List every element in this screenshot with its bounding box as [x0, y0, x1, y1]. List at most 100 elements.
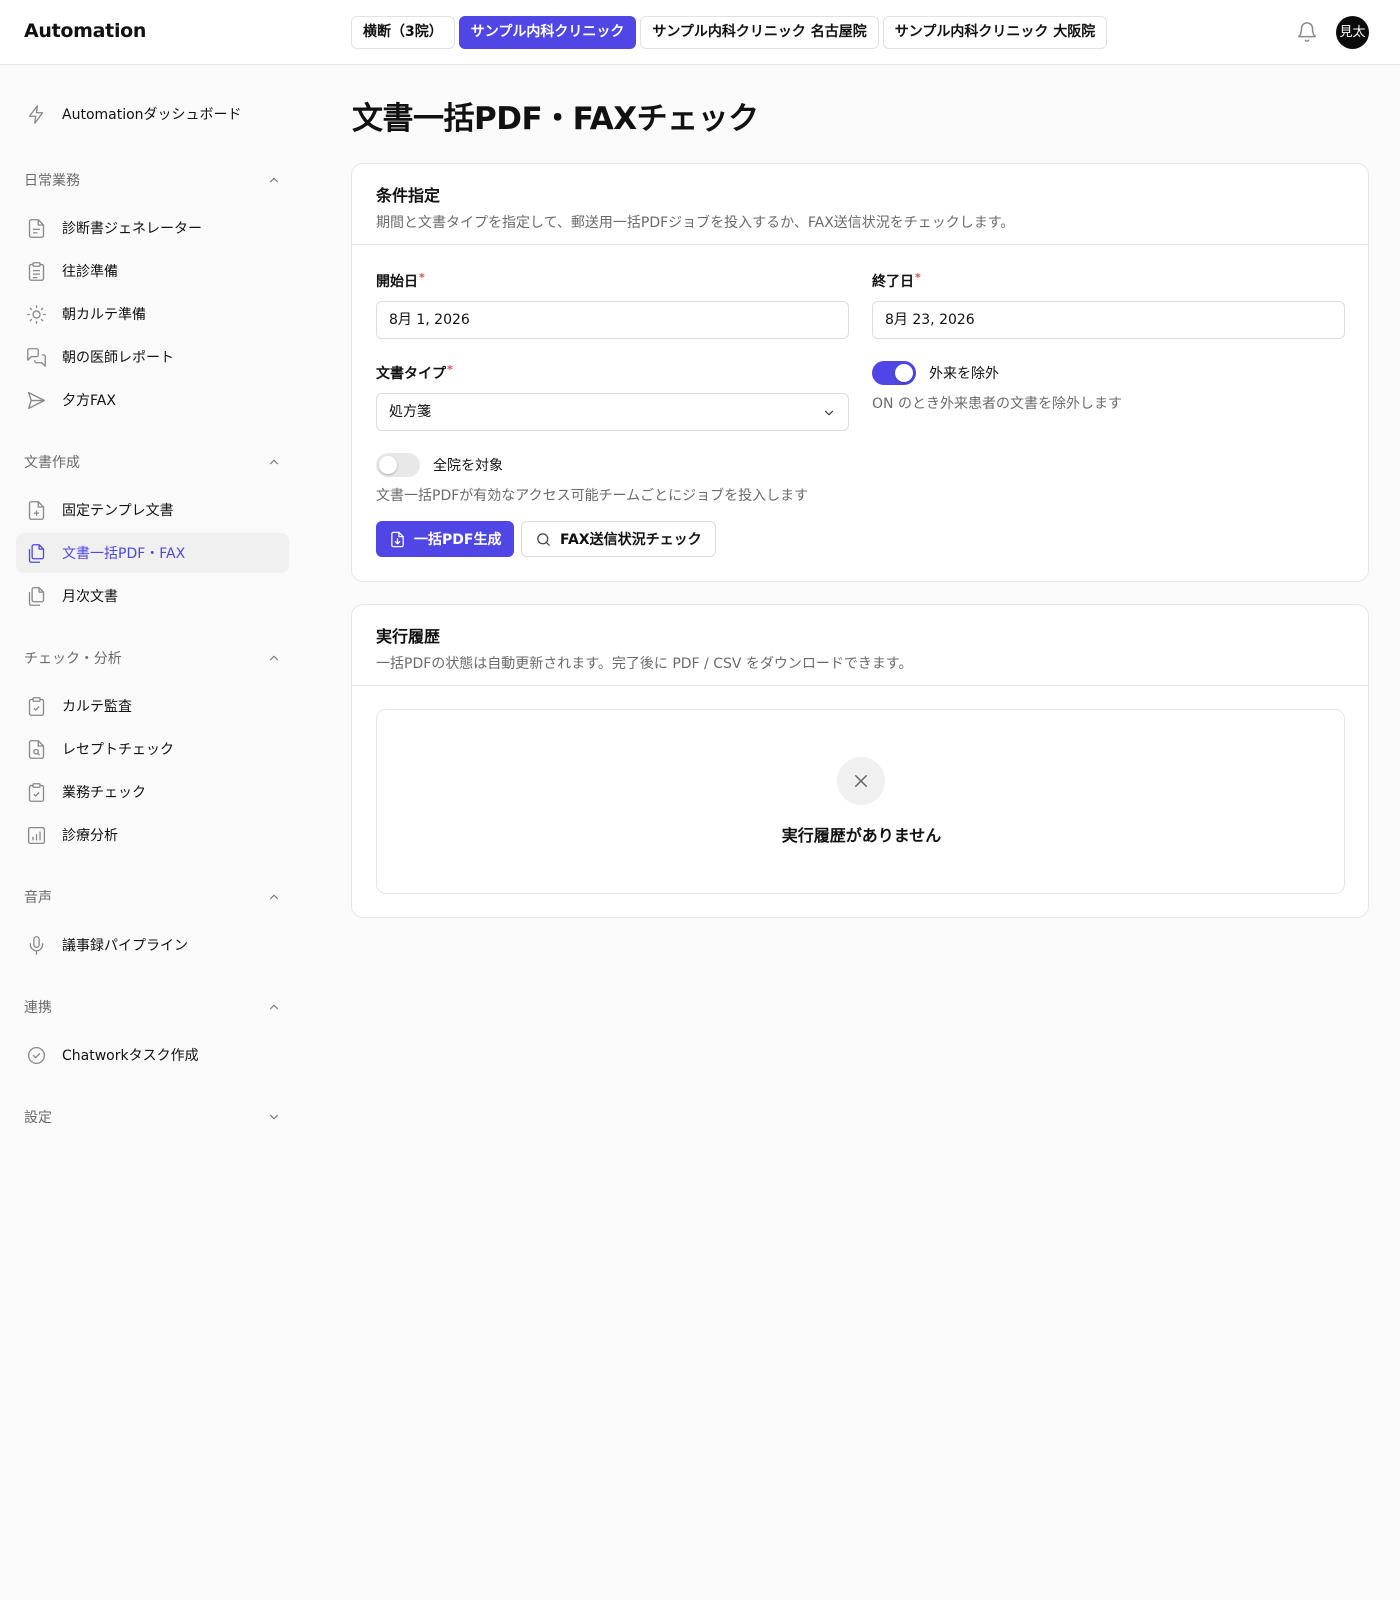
- sun-icon: [27, 304, 46, 324]
- empty-state-badge: [837, 757, 885, 805]
- file-plus-icon: [28, 500, 45, 520]
- card-title: 条件指定: [376, 186, 441, 205]
- check-circle-icon: [27, 1046, 46, 1064]
- group-title: 日常業務: [24, 173, 80, 189]
- card-description: 期間と文書タイプを指定して、郵送用一括PDFジョブを投入するか、FAX送信状況を…: [376, 215, 1015, 231]
- sidebar-item-label: 固定テンプレ文書: [62, 503, 174, 519]
- exclude-outpatient-toggle[interactable]: [872, 361, 916, 385]
- files-icon: [28, 586, 45, 606]
- card-title: 実行履歴: [376, 627, 441, 646]
- document-icon: [28, 218, 45, 238]
- all-clinics-toggle[interactable]: [376, 453, 420, 477]
- notification-bell-icon[interactable]: [1296, 21, 1318, 43]
- files-icon: [28, 543, 45, 563]
- send-icon: [27, 391, 46, 409]
- chevron-up-icon: [269, 894, 279, 900]
- lightning-icon: [28, 104, 44, 124]
- sidebar: Automationダッシュボード 日常業務 診断書ジェネレーター 往診準備 朝…: [0, 65, 305, 1600]
- chevron-up-icon: [269, 655, 279, 661]
- sidebar-item-label: 診断書ジェネレーター: [62, 221, 202, 237]
- chevron-up-icon: [269, 177, 279, 183]
- sidebar-item-certificate-generator[interactable]: 診断書ジェネレーター: [16, 208, 289, 248]
- sidebar-group-check-analysis[interactable]: チェック・分析: [24, 646, 281, 670]
- close-icon: [855, 775, 867, 787]
- sidebar-item-bulk-pdf-fax[interactable]: 文書一括PDF・FAX: [16, 533, 289, 573]
- button-label: FAX送信状況チェック: [560, 532, 702, 548]
- sidebar-group-voice[interactable]: 音声: [24, 885, 281, 909]
- sidebar-group-settings[interactable]: 設定: [24, 1105, 281, 1129]
- generate-bulk-pdf-button[interactable]: 一括PDF生成: [376, 521, 515, 557]
- mic-icon: [29, 935, 44, 955]
- file-search-icon: [28, 739, 45, 759]
- doc-type-value: 処方箋: [389, 404, 431, 420]
- toggle-knob: [379, 456, 397, 474]
- required-mark: *: [419, 271, 425, 284]
- sidebar-item-label: 夕方FAX: [62, 393, 116, 409]
- sidebar-item-label: 月次文書: [62, 589, 118, 605]
- chevron-down-icon: [269, 1114, 279, 1120]
- sidebar-item-label: Chatworkタスク作成: [62, 1048, 199, 1064]
- sidebar-item-morning-doctor-report[interactable]: 朝の医師レポート: [16, 337, 289, 377]
- top-bar: Automation 横断（3院） サンプル内科クリニック サンプル内科クリニッ…: [0, 0, 1400, 65]
- sidebar-item-fixed-template-docs[interactable]: 固定テンプレ文書: [16, 490, 289, 530]
- chevron-up-icon: [269, 1004, 279, 1010]
- card-header: 実行履歴 一括PDFの状態は自動更新されます。完了後に PDF / CSV をダ…: [352, 605, 1368, 686]
- sidebar-item-home-visit-prep[interactable]: 往診準備: [16, 251, 289, 291]
- card-header: 条件指定 期間と文書タイプを指定して、郵送用一括PDFジョブを投入するか、FAX…: [352, 164, 1368, 245]
- all-clinics-hint: 文書一括PDFが有効なアクセス可能チームごとにジョブを投入します: [376, 488, 809, 504]
- sidebar-item-label: 議事録パイプライン: [62, 938, 188, 954]
- search-icon: [537, 532, 550, 546]
- history-card: 実行履歴 一括PDFの状態は自動更新されます。完了後に PDF / CSV をダ…: [351, 604, 1369, 918]
- exclude-outpatient-label: 外来を除外: [929, 366, 999, 382]
- sidebar-item-label: 朝の医師レポート: [62, 350, 174, 366]
- sidebar-item-monthly-docs[interactable]: 月次文書: [16, 576, 289, 616]
- all-clinics-label: 全院を対象: [433, 458, 503, 474]
- tab-sample-clinic[interactable]: サンプル内科クリニック: [458, 16, 637, 49]
- tab-nagoya-clinic[interactable]: サンプル内科クリニック 名古屋院: [640, 16, 879, 49]
- sidebar-group-documents[interactable]: 文書作成: [24, 450, 281, 474]
- sidebar-item-label: 診療分析: [62, 828, 118, 844]
- exclude-outpatient-hint: ON のとき外来患者の文書を除外します: [872, 396, 1122, 412]
- fax-status-check-button[interactable]: FAX送信状況チェック: [521, 521, 716, 557]
- sidebar-group-daily[interactable]: 日常業務: [24, 168, 281, 192]
- bar-chart-icon: [27, 826, 46, 844]
- sidebar-item-clinical-analysis[interactable]: 診療分析: [16, 815, 289, 855]
- sidebar-item-label: カルテ監査: [62, 699, 132, 715]
- clipboard-icon: [28, 261, 45, 281]
- chevron-down-icon: [824, 410, 834, 416]
- clinic-tabs: 横断（3院） サンプル内科クリニック サンプル内科クリニック 名古屋院 サンプル…: [351, 16, 1108, 49]
- conditions-card: 条件指定 期間と文書タイプを指定して、郵送用一括PDFジョブを投入するか、FAX…: [351, 163, 1369, 582]
- start-date-label: 開始日*: [376, 271, 425, 290]
- app-logo[interactable]: Automation: [24, 20, 146, 42]
- doc-type-label: 文書タイプ*: [376, 363, 453, 382]
- button-label: 一括PDF生成: [414, 532, 502, 548]
- user-avatar[interactable]: 見太: [1336, 16, 1369, 49]
- group-title: 文書作成: [24, 455, 80, 471]
- doc-type-select[interactable]: 処方箋: [376, 393, 849, 431]
- sidebar-item-minutes-pipeline[interactable]: 議事録パイプライン: [16, 925, 289, 965]
- card-description: 一括PDFの状態は自動更新されます。完了後に PDF / CSV をダウンロード…: [376, 656, 913, 672]
- sidebar-item-evening-fax[interactable]: 夕方FAX: [16, 380, 289, 420]
- group-title: 設定: [24, 1110, 52, 1126]
- page-title: 文書一括PDF・FAXチェック: [352, 101, 759, 137]
- sidebar-item-label: 朝カルテ準備: [62, 307, 146, 323]
- required-mark: *: [915, 271, 921, 284]
- end-date-input[interactable]: 8月 23, 2026: [872, 301, 1345, 339]
- start-date-input[interactable]: 8月 1, 2026: [376, 301, 849, 339]
- empty-state: 実行履歴がありません: [376, 709, 1345, 894]
- toggle-knob: [895, 364, 913, 382]
- tab-osaka-clinic[interactable]: サンプル内科クリニック 大阪院: [882, 16, 1108, 49]
- sidebar-item-label: 文書一括PDF・FAX: [62, 546, 186, 562]
- sidebar-group-integration[interactable]: 連携: [24, 995, 281, 1019]
- sidebar-item-chart-audit[interactable]: カルテ監査: [16, 686, 289, 726]
- sidebar-item-label: 業務チェック: [62, 785, 146, 801]
- sidebar-item-label: Automationダッシュボード: [62, 107, 242, 123]
- sidebar-item-morning-chart-prep[interactable]: 朝カルテ準備: [16, 294, 289, 334]
- sidebar-item-chatwork-task[interactable]: Chatworkタスク作成: [16, 1035, 289, 1075]
- sidebar-item-work-check[interactable]: 業務チェック: [16, 772, 289, 812]
- tab-cross-clinic[interactable]: 横断（3院）: [351, 16, 455, 49]
- group-title: 音声: [24, 890, 52, 906]
- sidebar-item-receipt-check[interactable]: レセプトチェック: [16, 729, 289, 769]
- end-date-label: 終了日*: [872, 271, 921, 290]
- sidebar-item-dashboard[interactable]: Automationダッシュボード: [16, 94, 289, 134]
